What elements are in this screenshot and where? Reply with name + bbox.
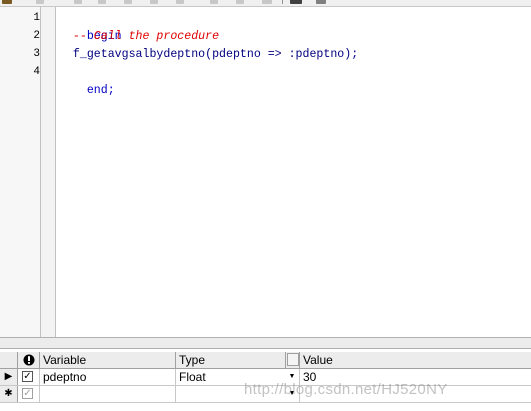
variable-cell[interactable] — [40, 386, 176, 402]
toolbar-icon[interactable] — [210, 0, 218, 4]
toolbar-icon[interactable] — [98, 0, 106, 4]
toolbar-icon[interactable] — [150, 0, 158, 4]
procedure-call: f_getavgsalbydeptno(pdeptno => :pdeptno)… — [72, 48, 359, 61]
checkbox-cell: ✓ — [18, 386, 40, 402]
line-number: 1 — [33, 12, 40, 24]
toolbar-icon[interactable] — [36, 0, 44, 4]
line-number-gutter: 1 2 3 4 — [0, 7, 40, 337]
toolbar-icon[interactable] — [2, 0, 12, 4]
toolbar — [0, 0, 531, 7]
variables-grid: Variable Type Value ▶ ✓ pdeptno Float ▼ … — [0, 349, 531, 411]
fold-margin — [41, 7, 56, 337]
info-icon — [18, 352, 40, 368]
column-header-variable[interactable]: Variable — [40, 352, 176, 368]
line-number: 3 — [33, 48, 40, 60]
column-header-value[interactable]: Value — [300, 352, 531, 368]
line-number: 2 — [33, 30, 40, 42]
row-selector-header — [0, 352, 18, 368]
code-comment: -- Call the procedure — [72, 30, 220, 43]
column-button[interactable] — [287, 353, 299, 366]
keyword-end: end; — [86, 84, 115, 97]
new-row-indicator[interactable]: ✱ — [0, 386, 18, 402]
toolbar-icon[interactable] — [74, 0, 82, 4]
toolbar-icon[interactable] — [124, 0, 132, 4]
grid-header: Variable Type Value — [0, 352, 531, 369]
toolbar-separator — [282, 0, 283, 4]
column-header-type[interactable]: Type — [176, 352, 286, 368]
toolbar-icon[interactable] — [176, 0, 184, 4]
toolbar-icon[interactable] — [316, 0, 326, 4]
watermark: http://blog.csdn.net/HJ520NY — [244, 381, 448, 398]
code-line: end; — [59, 64, 115, 118]
code-line: f_getavgsalbydeptno(pdeptno => :pdeptno)… — [59, 46, 358, 64]
toolbar-icon[interactable] — [262, 0, 272, 4]
toolbar-icon[interactable] — [236, 0, 244, 4]
code-line: -- Call the procedure — [59, 28, 219, 46]
current-row-indicator[interactable]: ▶ — [0, 369, 18, 385]
row-enabled-checkbox[interactable]: ✓ — [22, 388, 33, 399]
sql-editor[interactable]: 1 2 3 4 begin -- Call the procedure f_ge… — [0, 7, 531, 337]
toolbar-icon[interactable] — [290, 0, 302, 4]
line-number: 4 — [33, 66, 40, 78]
checkbox-cell: ✓ — [18, 369, 40, 385]
variable-cell[interactable]: pdeptno — [40, 369, 176, 385]
pane-splitter[interactable] — [0, 337, 531, 349]
row-enabled-checkbox[interactable]: ✓ — [22, 371, 33, 382]
